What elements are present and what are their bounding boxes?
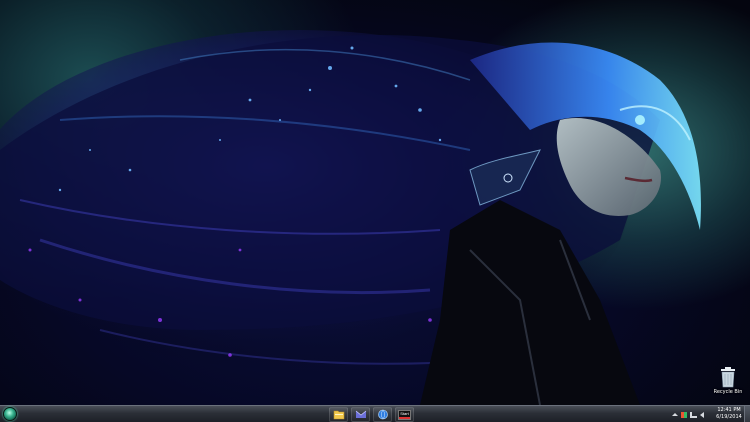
- action-center-flag-icon[interactable]: [681, 411, 687, 418]
- taskbar-clock[interactable]: 12:41 PM 6/19/2014: [716, 407, 742, 422]
- taskbar-start-app[interactable]: Start: [395, 407, 414, 422]
- recycle-bin-glyph-icon: [721, 367, 735, 388]
- start-button[interactable]: [3, 407, 17, 421]
- mail-icon: [355, 410, 366, 418]
- recycle-bin-label: Recycle Bin: [713, 389, 743, 395]
- desktop-wallpaper: [0, 30, 701, 405]
- start-menu-app-icon: Start: [398, 409, 411, 420]
- taskbar-mail[interactable]: [351, 407, 370, 422]
- show-hidden-icons-arrow-icon[interactable]: [672, 413, 678, 416]
- system-tray: [672, 409, 704, 420]
- network-icon[interactable]: [690, 411, 697, 418]
- taskbar-file-explorer[interactable]: [329, 407, 348, 422]
- start-app-bar: [399, 416, 410, 419]
- taskbar-browser[interactable]: [373, 407, 392, 422]
- show-desktop-button[interactable]: [744, 406, 750, 422]
- clock-date: 6/19/2014: [716, 414, 742, 420]
- recycle-bin-icon[interactable]: Recycle Bin: [708, 366, 748, 404]
- globe-icon: [377, 409, 388, 420]
- folder-icon: [333, 410, 344, 420]
- taskbar: Start 12:41 PM 6/19/2014: [0, 405, 750, 422]
- start-app-label: Start: [400, 410, 409, 416]
- pinned-apps: Start: [329, 407, 414, 422]
- desktop[interactable]: Recycle Bin: [0, 0, 750, 405]
- volume-icon[interactable]: [700, 411, 704, 418]
- clock-time: 12:41 PM: [717, 407, 741, 413]
